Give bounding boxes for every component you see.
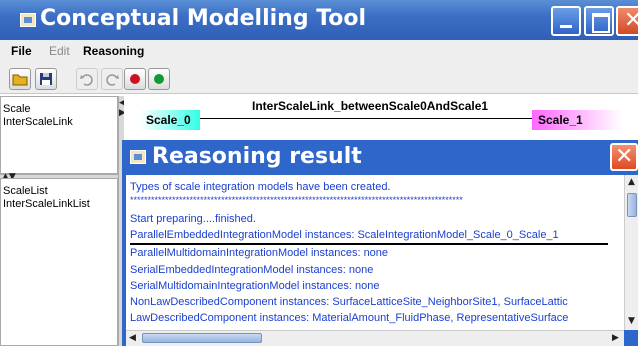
vertical-scroll-thumb[interactable] bbox=[627, 193, 637, 217]
result-line-highlight: ParallelEmbeddedIntegrationModel instanc… bbox=[130, 229, 559, 241]
vertical-scrollbar[interactable]: ▲ ▼ bbox=[624, 175, 638, 330]
toolbar bbox=[0, 62, 638, 94]
list-item-scalelist[interactable]: ScaleList bbox=[3, 185, 48, 198]
menu-reasoning[interactable]: Reasoning bbox=[83, 44, 144, 58]
app-icon bbox=[20, 13, 36, 27]
scale-node-1[interactable]: Scale_1 bbox=[532, 110, 622, 130]
save-button[interactable] bbox=[35, 68, 57, 90]
green-circle-icon bbox=[154, 74, 164, 84]
scroll-up-icon[interactable]: ▲ bbox=[628, 177, 635, 187]
floppy-icon bbox=[40, 73, 52, 85]
menu-bar: File Edit Reasoning bbox=[0, 40, 638, 62]
palette-item-scale[interactable]: Scale bbox=[3, 103, 31, 116]
interscale-link-label[interactable]: InterScaleLink_betweenScale0AndScale1 bbox=[252, 99, 488, 113]
redo-icon bbox=[106, 74, 119, 86]
dialog-title: Reasoning result bbox=[152, 144, 362, 169]
result-line: LawDescribedComponent instances: Materia… bbox=[130, 312, 569, 324]
list-item-interscalelinklist[interactable]: InterScaleLinkList bbox=[3, 198, 90, 211]
scroll-corner bbox=[624, 330, 638, 346]
run-reasoning-button[interactable] bbox=[148, 68, 170, 90]
dialog-app-icon bbox=[130, 150, 146, 164]
palette-item-interscalelink[interactable]: InterScaleLink bbox=[3, 116, 73, 129]
highlight-underline bbox=[130, 243, 608, 245]
result-line: SerialMultidomainIntegrationModel instan… bbox=[130, 280, 380, 292]
undo-button[interactable] bbox=[76, 68, 98, 90]
result-separator: ****************************************… bbox=[130, 195, 463, 205]
minimize-icon bbox=[560, 25, 572, 28]
window-title: Conceptual Modelling Tool bbox=[40, 6, 367, 31]
scroll-right-icon[interactable]: ▶ bbox=[612, 333, 619, 343]
result-line: Start preparing....finished. bbox=[130, 213, 256, 225]
close-icon: ✕ bbox=[624, 8, 638, 33]
result-line: ParallelMultidomainIntegrationModel inst… bbox=[130, 247, 389, 259]
minimize-button[interactable] bbox=[551, 6, 581, 36]
interscale-link-line[interactable] bbox=[200, 118, 532, 119]
close-icon: ✕ bbox=[615, 144, 634, 169]
folder-icon bbox=[12, 74, 28, 86]
maximize-button[interactable] bbox=[584, 6, 614, 36]
result-line: NonLawDescribedComponent instances: Surf… bbox=[130, 296, 568, 308]
stop-reasoning-button[interactable] bbox=[124, 68, 146, 90]
scroll-left-icon[interactable]: ◀ bbox=[129, 333, 136, 343]
open-button[interactable] bbox=[9, 68, 31, 90]
scale-node-0[interactable]: Scale_0 bbox=[140, 110, 200, 130]
menu-edit[interactable]: Edit bbox=[49, 44, 70, 58]
dialog-close-button[interactable]: ✕ bbox=[610, 143, 638, 171]
model-list-panel: ScaleList InterScaleLinkList bbox=[0, 178, 118, 346]
horizontal-scroll-thumb[interactable] bbox=[142, 333, 262, 343]
horizontal-scrollbar[interactable]: ◀ ▶ bbox=[126, 330, 624, 346]
undo-icon bbox=[80, 74, 93, 86]
close-button[interactable]: ✕ bbox=[616, 6, 638, 36]
menu-file[interactable]: File bbox=[11, 44, 32, 58]
scroll-down-icon[interactable]: ▼ bbox=[628, 316, 635, 326]
maximize-icon bbox=[592, 13, 610, 33]
result-line: SerialEmbeddedIntegrationModel instances… bbox=[130, 264, 374, 276]
red-circle-icon bbox=[130, 74, 140, 84]
redo-button[interactable] bbox=[101, 68, 123, 90]
result-text-area[interactable]: Types of scale integration models have b… bbox=[126, 175, 624, 330]
palette-panel: Scale InterScaleLink bbox=[0, 96, 118, 174]
